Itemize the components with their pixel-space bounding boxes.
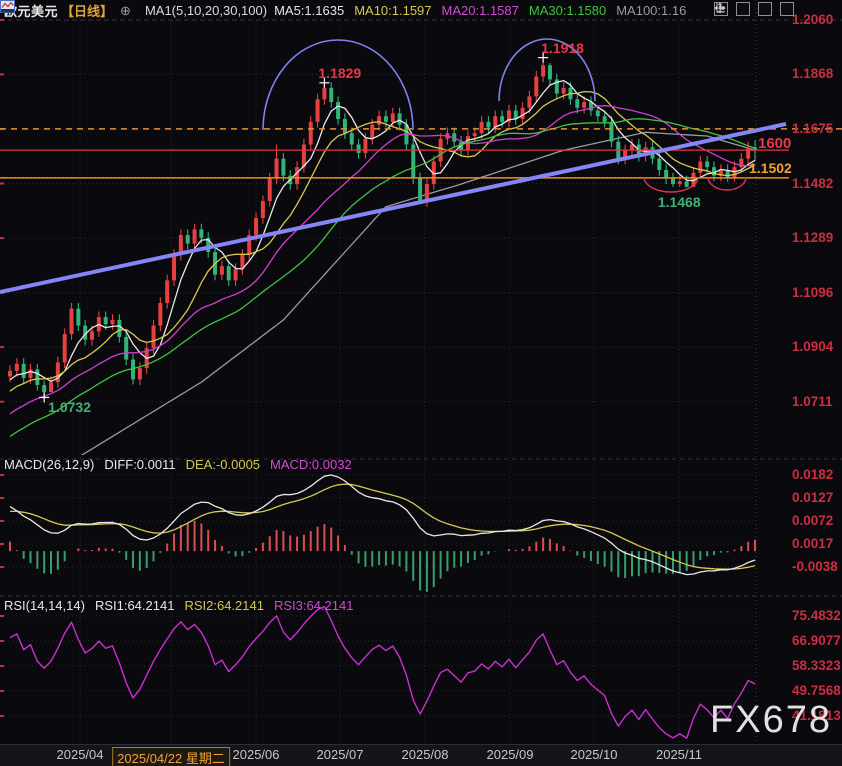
price-axis-label: 1.1289 xyxy=(792,230,833,245)
rsi-axis-label: 75.4832 xyxy=(792,608,841,623)
price-axis-label: 1.1868 xyxy=(792,66,833,81)
price-axis-label: 1.1482 xyxy=(792,176,833,191)
date-tick-selected: 2025/04/22 星期二 xyxy=(112,747,230,766)
date-axis: 2025/04 2025/04/22 星期二2025/06 2025/07 2025/… xyxy=(0,744,842,766)
date-tick: 2025/04 xyxy=(57,747,104,762)
ma-values: MA5:1.1635 MA10:1.1597 MA20:1.1587 MA30:1.1… xyxy=(274,3,686,18)
date-tick: 2025/09 xyxy=(487,747,534,762)
rsi-axis-label: 66.9077 xyxy=(792,633,841,648)
pan-right-icon[interactable] xyxy=(780,2,794,16)
macd-panel-header: MACD(26,12,9) DIFF:0.0011 DEA:-0.0005 MA… xyxy=(4,457,352,472)
chart-annotation: 1.1918 xyxy=(541,40,584,56)
macd-axis-label: 0.0017 xyxy=(792,536,833,551)
chart-canvas xyxy=(0,0,842,766)
price-tag: 1.1502 xyxy=(749,160,792,176)
fx678-watermark: FX678 xyxy=(710,699,832,742)
date-tick: 2025/08 xyxy=(402,747,449,762)
ma-value-label: MA20:1.1587 xyxy=(442,3,519,18)
price-axis-label: 1.1675 xyxy=(792,121,833,136)
rsi-title: RSI(14,14,14) xyxy=(4,598,85,613)
date-tick: 2025/06 xyxy=(233,747,280,762)
ma-value-label: MA30:1.1580 xyxy=(529,3,606,18)
timeframe-label: 【日线】 xyxy=(61,1,113,20)
rsi-axis-label: 58.3323 xyxy=(792,658,841,673)
axis-scale-up-icon[interactable] xyxy=(736,2,750,16)
price-tag: 1600 xyxy=(758,135,791,152)
axis-scale-right-icon[interactable] xyxy=(758,2,772,16)
date-tick: 2025/11 xyxy=(656,747,702,762)
date-tick: 2025/07 xyxy=(317,747,364,762)
price-axis-label: 1.0904 xyxy=(792,339,833,354)
price-axis-label: 1.1096 xyxy=(792,285,833,300)
macd-value: MACD:0.0032 xyxy=(270,457,352,472)
trading-chart-window: 欧元美元 【日线】 ⊕ MA1(5,10,20,30,100) MA5:1.16… xyxy=(0,0,842,766)
chart-annotation: 1.0732 xyxy=(48,399,91,415)
ma-value-label: MA100:1.16 xyxy=(616,3,686,18)
date-tick: 2025/10 xyxy=(571,747,618,762)
macd-axis-label: 0.0182 xyxy=(792,467,833,482)
rsi-axis-label: 49.7568 xyxy=(792,683,841,698)
macd-axis-label: 0.0072 xyxy=(792,513,833,528)
rsi3-value: RSI3:64.2141 xyxy=(274,598,354,613)
ma-value-label: MA5:1.1635 xyxy=(274,3,344,18)
price-axis-label: 1.0711 xyxy=(792,394,833,409)
chart-toolbar xyxy=(714,2,794,16)
ma-value-label: MA10:1.1597 xyxy=(354,3,431,18)
macd-title: MACD(26,12,9) xyxy=(4,457,94,472)
chart-annotation: 1.1829 xyxy=(318,65,361,81)
macd-diff-value: DIFF:0.0011 xyxy=(104,457,175,472)
macd-dea-value: DEA:-0.0005 xyxy=(186,457,260,472)
ma-settings-label: MA1(5,10,20,30,100) xyxy=(145,3,267,18)
rsi-panel-header: RSI(14,14,14) RSI1:64.2141 RSI2:64.2141 … xyxy=(4,598,353,613)
chart-annotation: 1.1468 xyxy=(658,194,701,210)
rsi2-value: RSI2:64.2141 xyxy=(184,598,264,613)
macd-axis-label: 0.0127 xyxy=(792,490,833,505)
add-indicator-icon[interactable]: ⊕ xyxy=(120,4,131,17)
macd-axis-label: -0.0038 xyxy=(792,559,838,574)
rsi1-value: RSI1:64.2141 xyxy=(95,598,175,613)
